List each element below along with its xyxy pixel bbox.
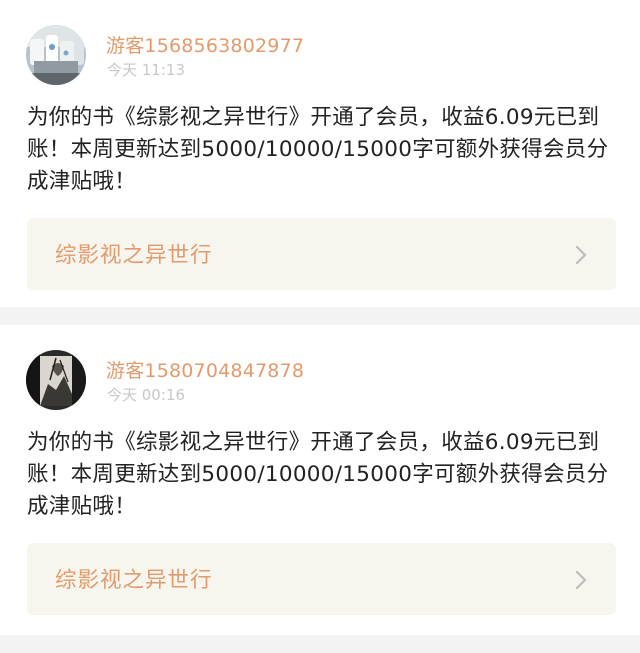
book-link[interactable]: 综影视之异世行 <box>27 218 616 290</box>
notification-message: 为你的书《综影视之异世行》开通了会员，收益6.09元已到账！本周更新达到5000… <box>27 105 609 194</box>
username[interactable]: 游客1568563802977 <box>106 31 304 58</box>
book-link[interactable]: 综影视之异世行 <box>27 543 616 615</box>
chevron-right-icon <box>575 245 587 265</box>
avatar-photo-icon <box>26 25 86 85</box>
username[interactable]: 游客1580704847878 <box>106 356 304 383</box>
notification-message: 为你的书《综影视之异世行》开通了会员，收益6.09元已到账！本周更新达到5000… <box>27 430 609 519</box>
notification-card: 游客1568563802977 今天 11:13 为你的书《综影视之异世行》开通… <box>0 0 640 307</box>
avatar[interactable] <box>26 25 86 85</box>
book-title: 综影视之异世行 <box>55 243 213 268</box>
timestamp: 今天 00:16 <box>107 386 185 404</box>
chevron-right-icon <box>575 570 587 590</box>
timestamp: 今天 11:13 <box>107 61 185 79</box>
avatar-photo-icon <box>26 350 86 410</box>
avatar[interactable] <box>26 350 86 410</box>
book-title: 综影视之异世行 <box>55 568 213 593</box>
notification-card: 游客1580704847878 今天 00:16 为你的书《综影视之异世行》开通… <box>0 325 640 635</box>
